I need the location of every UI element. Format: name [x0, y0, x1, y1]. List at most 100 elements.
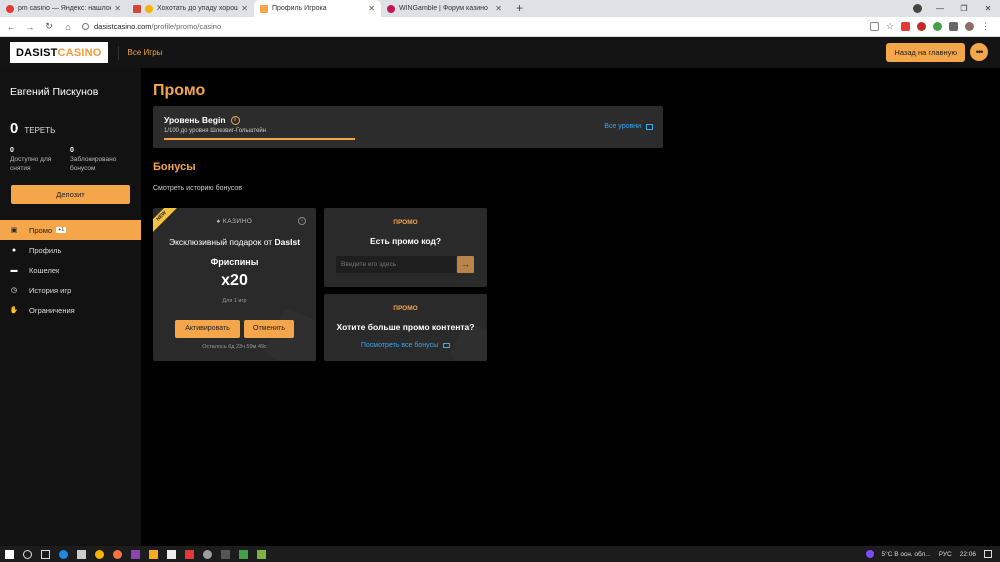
edge-icon[interactable] — [59, 549, 68, 559]
view-all-bonuses-link[interactable]: Посмотреть все бонусы — [324, 342, 487, 349]
url-field[interactable]: dasistcasino.com/profile/promo/casino — [82, 22, 870, 31]
system-tray: 5°C В осн. обл... РУС 22:06 — [865, 546, 992, 562]
app-icon[interactable] — [221, 549, 230, 559]
wingamble-icon — [387, 4, 395, 13]
lock-icon — [82, 23, 89, 30]
sidebar-item-game-history[interactable]: ◷ История игр — [0, 280, 141, 300]
back-to-home-button[interactable]: Назад на главную — [886, 43, 965, 62]
browser-tab[interactable]: pm casino — Яндекс: нашлось 4 ✕ — [0, 0, 127, 17]
info-icon[interactable]: i — [298, 217, 306, 225]
app-icon[interactable] — [131, 549, 140, 559]
task-view-icon[interactable] — [41, 549, 50, 559]
bonus-brand: DasIst — [274, 237, 301, 247]
url-host: dasistcasino.com — [94, 22, 152, 31]
app-icon[interactable] — [95, 549, 104, 559]
sidebar-item-wallet[interactable]: ▬ Кошелек — [0, 260, 141, 280]
hand-icon: ✋ — [9, 307, 19, 314]
extension-icon[interactable] — [933, 22, 942, 31]
url-path: /profile/promo/casino — [151, 22, 222, 31]
bonus-description: Эксклюзивный подарок от DasIst — [153, 237, 316, 247]
tab-title: WINGamble | Форум казино — [399, 5, 488, 12]
browser-profile-icon[interactable] — [913, 4, 922, 13]
promo-content-card: ПРОМО Хотите больше промо контента? Посм… — [324, 294, 487, 361]
minimize-icon[interactable]: — — [928, 4, 952, 13]
reload-icon[interactable]: ↻ — [41, 21, 57, 32]
translate-icon[interactable] — [869, 22, 879, 31]
close-icon[interactable]: ✕ — [368, 4, 375, 13]
bonus-description-text: Эксклюзивный подарок от — [168, 237, 273, 247]
sidebar-item-label: Промо — [29, 225, 53, 235]
app-icon[interactable] — [185, 549, 194, 559]
tab-title: pm casino — Яндекс: нашлось 4 — [18, 5, 111, 12]
windows-start-icon[interactable] — [5, 549, 14, 559]
window-controls: — ❐ ✕ — [928, 0, 1000, 17]
close-icon[interactable]: ✕ — [241, 4, 248, 13]
bonuses-title: Бонусы — [153, 161, 196, 173]
bonus-type: Фриспины — [210, 257, 259, 267]
balance-currency: ТЕРЕТЬ — [24, 126, 56, 135]
sidebar-item-promo[interactable]: ▣ Промо +1 — [0, 220, 141, 240]
weather-widget[interactable]: 5°C В осн. обл... — [882, 551, 931, 558]
store-icon[interactable] — [77, 549, 86, 559]
search-icon[interactable] — [23, 549, 32, 559]
language-indicator[interactable]: РУС — [939, 551, 952, 558]
browser-tab-active[interactable]: Профиль Игрока ✕ — [254, 0, 381, 17]
clock[interactable]: 22:06 — [960, 551, 976, 558]
all-levels-label: Все уровни — [604, 123, 641, 130]
maximize-icon[interactable]: ❐ — [952, 4, 976, 13]
back-arrow-icon[interactable]: ← — [3, 22, 19, 32]
browser-tab[interactable]: Хохотать до упаду хорошо! Ау ✕ — [127, 0, 254, 17]
os-taskbar: 5°C В осн. обл... РУС 22:06 — [0, 546, 1000, 562]
star-icon[interactable]: ☆ — [886, 21, 894, 32]
promo-code-input[interactable] — [336, 256, 456, 273]
sidebar-item-profile[interactable]: ● Профиль — [0, 240, 141, 260]
cancel-button[interactable]: Отменить — [244, 320, 294, 338]
promo-count-badge: +1 — [56, 227, 67, 233]
external-link-icon — [646, 123, 653, 130]
sidebar-item-label: История игр — [29, 285, 72, 295]
blocked-label: Заблокировано бонусом — [70, 156, 117, 172]
blocked-balance: 0 Заблокировано бонусом — [70, 146, 120, 173]
all-games-link[interactable]: Все Игры — [117, 45, 162, 60]
activate-button[interactable]: Активировать — [175, 320, 240, 338]
close-icon[interactable]: ✕ — [114, 4, 121, 13]
all-levels-link[interactable]: Все уровни — [604, 123, 653, 130]
address-bar: ← → ↻ ⌂ dasistcasino.com/profile/promo/c… — [0, 17, 1000, 37]
extension-icon[interactable] — [901, 22, 910, 31]
history-icon: ◷ — [10, 287, 18, 294]
browser-tab-bar: pm casino — Яндекс: нашлось 4 ✕ Хохотать… — [0, 0, 1000, 17]
app-icon[interactable] — [167, 549, 176, 559]
chrome-icon[interactable] — [203, 549, 212, 559]
browser-tab[interactable]: WINGamble | Форум казино ✕ — [381, 0, 508, 17]
bonus-timer: Осталось 6д 23ч 59м 49с — [202, 344, 267, 350]
site-logo[interactable]: DASIST CASINO — [10, 42, 108, 63]
puzzle-icon[interactable] — [949, 22, 958, 31]
nvidia-icon[interactable] — [239, 549, 248, 559]
menu-dots-icon[interactable]: ⋮ — [981, 21, 990, 32]
firefox-icon[interactable] — [113, 549, 122, 559]
main-content: Промо Уровень Begin i 1/100 до уровня Шл… — [141, 68, 1000, 546]
info-icon[interactable]: i — [230, 115, 240, 125]
deposit-button[interactable]: Депозит — [11, 185, 130, 204]
level-progress-fill — [164, 138, 355, 140]
level-card: Уровень Begin i 1/100 до уровня Шлезвиг-… — [153, 106, 663, 148]
folder-icon[interactable] — [149, 549, 158, 559]
extension-icon[interactable] — [917, 22, 926, 31]
tab-title: Хохотать до упаду хорошо! Ау — [157, 5, 239, 12]
bonus-history-link[interactable]: Смотреть историю бонусов — [153, 185, 242, 192]
user-icon: ● — [11, 246, 17, 254]
wallet-icon: ▬ — [10, 266, 18, 274]
new-tab-button[interactable]: + — [508, 0, 531, 17]
tray-icon[interactable] — [865, 550, 874, 558]
close-window-icon[interactable]: ✕ — [976, 4, 1000, 13]
home-icon[interactable]: ⌂ — [60, 22, 76, 32]
submit-promo-button[interactable]: → — [457, 256, 474, 273]
app-icon[interactable] — [257, 549, 266, 559]
more-menu-button[interactable]: ••• — [970, 43, 988, 61]
extension-icon[interactable] — [965, 22, 974, 31]
notifications-icon[interactable] — [984, 550, 992, 558]
forward-arrow-icon[interactable]: → — [22, 22, 38, 32]
sidebar-item-limits[interactable]: ✋ Ограничения — [0, 300, 141, 320]
close-icon[interactable]: ✕ — [495, 4, 502, 13]
sidebar-item-label: Кошелек — [29, 265, 60, 275]
